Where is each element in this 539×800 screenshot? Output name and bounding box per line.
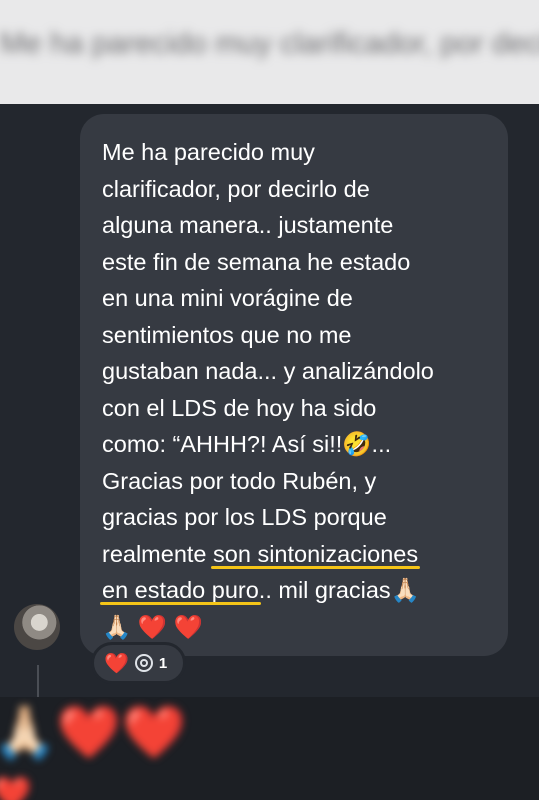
avatar[interactable] [14,604,60,650]
reaction-count: 1 [158,654,168,672]
heart-reaction-icon: ❤️ [104,652,129,675]
reactions-pill[interactable]: ❤️ 1 [91,642,186,684]
heart-emoji: ❤️ [137,613,168,640]
message-text: Me ha parecido muy clarificador, por dec… [102,139,434,640]
previous-message-blurred: Me ha parecido muy clarificador, por dec… [0,0,539,104]
highlighted-text-1: son sintonizaciones [213,540,419,567]
previous-message-text: Me ha parecido muy clarificador, por dec… [0,27,539,60]
chat-area: Me ha parecido muy clarificador, por dec… [0,104,539,697]
next-message-emojis: 🙏🏻❤️❤️ [0,704,187,762]
thread-line [37,665,39,697]
next-message-blurred: 🙏🏻❤️❤️ ❤️ [0,697,539,800]
target-icon [134,654,153,672]
heart-emoji: ❤️ [173,613,203,640]
message-bubble[interactable]: Me ha parecido muy clarificador, por dec… [80,114,508,656]
next-message-emojis-2: ❤️ [0,775,32,800]
highlighted-text-2: en estado puro [102,577,259,603]
